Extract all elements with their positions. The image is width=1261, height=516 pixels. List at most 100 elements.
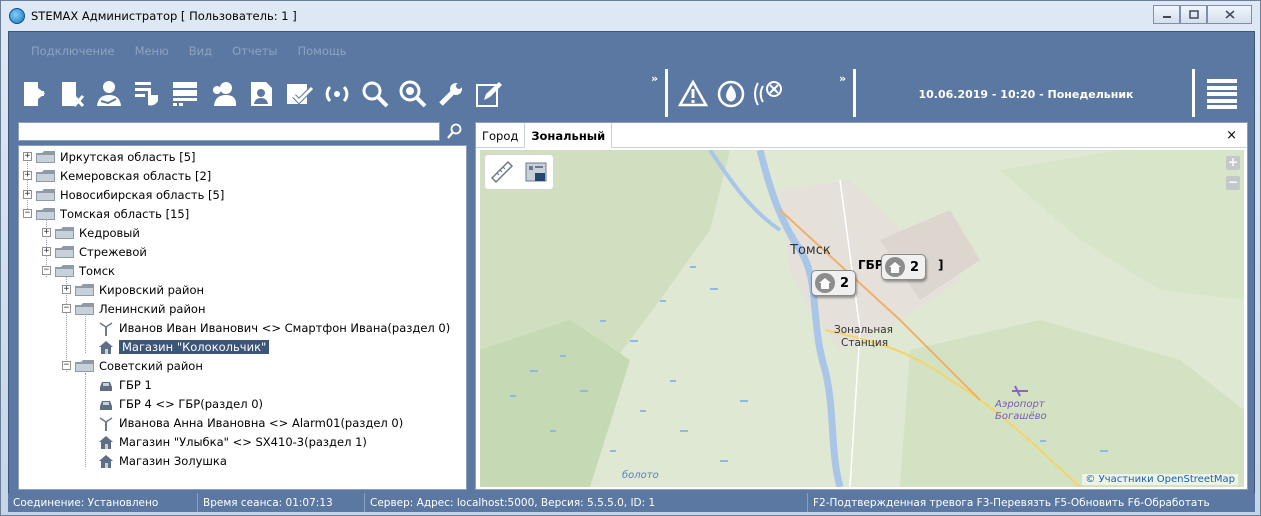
tree-collapse-toggle[interactable]: − — [42, 266, 51, 275]
fire-button[interactable] — [713, 76, 749, 112]
tree-node-strezhevoy[interactable]: + Стрежевой — [42, 242, 147, 261]
map-cluster-marker[interactable]: 2 — [811, 270, 857, 296]
tree-expand-toggle[interactable]: + — [23, 171, 32, 180]
toolbar-separator — [665, 69, 668, 117]
menu-menu[interactable]: Меню — [135, 44, 169, 58]
tree-node-gbr1[interactable]: ГБР 1 — [98, 375, 152, 394]
toolbar-overflow-button[interactable]: » — [651, 72, 658, 85]
window-controls — [1153, 5, 1252, 24]
tree-collapse-toggle[interactable]: − — [62, 361, 71, 370]
tree-expand-toggle[interactable]: + — [62, 285, 71, 294]
tree-node-leninsky[interactable]: − Ленинский район — [62, 299, 205, 318]
exit-door-icon — [24, 82, 45, 106]
menu-connection[interactable]: Подключение — [31, 44, 115, 58]
menu-reports[interactable]: Отчеты — [232, 44, 277, 58]
events-button[interactable] — [167, 76, 203, 112]
confirm-button[interactable] — [281, 76, 317, 112]
tree-node-tomsk-region[interactable]: − Томская область [15] — [23, 204, 189, 223]
alarm-overflow-button[interactable]: » — [839, 72, 846, 85]
disconnect-button[interactable] — [15, 76, 51, 112]
reconnect-button[interactable] — [319, 76, 355, 112]
tree-node-kolokolchik[interactable]: Магазин "Колокольчик" — [98, 337, 270, 356]
users-button[interactable] — [91, 76, 127, 112]
tree-connector — [85, 373, 86, 467]
folder-icon — [75, 359, 94, 372]
tree-node-kedrovy[interactable]: + Кедровый — [42, 223, 140, 242]
tree-node-ulybka[interactable]: Магазин "Улыбка" <> SX410-3(раздел 1) — [98, 432, 367, 451]
minimize-icon — [1162, 15, 1171, 18]
hamburger-icon[interactable] — [1203, 75, 1241, 113]
zoom-in-button[interactable]: + — [1226, 156, 1240, 170]
map-label-airport-1: Аэропорт — [995, 399, 1045, 410]
tree-node-gbr4[interactable]: ГБР 4 <> ГБР(раздел 0) — [98, 394, 263, 413]
house-icon — [885, 257, 905, 277]
edit-button[interactable] — [471, 76, 507, 112]
status-bar: Соединение: Установлено Время сеанса: 01… — [8, 493, 1255, 512]
tree-node-irkutsk[interactable]: + Иркутская область [5] — [23, 147, 196, 166]
report-button[interactable] — [243, 76, 279, 112]
map-background — [480, 150, 1244, 487]
locate-button[interactable] — [395, 76, 431, 112]
close-button[interactable] — [1207, 5, 1252, 24]
menu-view[interactable]: Вид — [189, 44, 212, 58]
maximize-button[interactable] — [1180, 5, 1207, 24]
house-icon — [99, 435, 113, 449]
map-cluster-marker[interactable]: 2 — [881, 254, 927, 280]
map-attribution-link[interactable]: © Участники OpenStreetMap — [1082, 474, 1238, 485]
search-icon — [362, 81, 389, 108]
refresh-icon — [325, 85, 349, 103]
search-input[interactable] — [18, 122, 440, 141]
objects-button[interactable] — [129, 76, 165, 112]
tree-node-label: Томская область [15] — [60, 206, 190, 221]
search-button[interactable] — [357, 76, 393, 112]
tree-node-kirovsky[interactable]: + Кировский район — [62, 280, 204, 299]
status-session-time: Время сеанса: 01:07:13 — [198, 493, 365, 512]
tree-expand-toggle[interactable]: + — [42, 228, 51, 237]
map-view[interactable]: + − Томск ГБР ] Зональная Станция Аэропо… — [480, 150, 1244, 487]
tree-node-ivanova[interactable]: Иванова Анна Ивановна <> Alarm01(раздел … — [98, 413, 403, 432]
tree-node-tomsk[interactable]: − Томск — [42, 261, 115, 280]
no-signal-icon — [754, 81, 782, 106]
folder-icon — [36, 169, 55, 182]
tree-node-kemerovo[interactable]: + Кемеровская область [2] — [23, 166, 211, 185]
tab-city[interactable]: Город — [476, 123, 526, 148]
tree-expand-toggle[interactable]: + — [23, 152, 32, 161]
tree-node-label: Новосибирская область [5] — [60, 187, 225, 202]
window-title: STEMAX Администратор [ Пользователь: 1 ] — [31, 9, 297, 23]
report-icon — [251, 82, 272, 106]
persons-button[interactable] — [205, 76, 241, 112]
tree-collapse-toggle[interactable]: − — [62, 304, 71, 313]
tree-node-ivanov[interactable]: Иванов Иван Иванович <> Смартфон Ивана(р… — [98, 318, 450, 337]
zoom-target-icon — [399, 80, 427, 108]
tab-zonal[interactable]: Зональный — [525, 123, 613, 148]
tree-expand-toggle[interactable]: + — [23, 190, 32, 199]
tree-node-novosibirsk[interactable]: + Новосибирская область [5] — [23, 185, 224, 204]
fire-drop-icon — [717, 80, 745, 108]
close-tab-button[interactable]: × — [1226, 128, 1237, 143]
alarms-button[interactable] — [675, 76, 711, 112]
minimize-button[interactable] — [1153, 5, 1180, 24]
app-logo-icon — [9, 8, 25, 24]
search-box — [18, 122, 467, 142]
search-icon[interactable] — [443, 122, 465, 141]
edit-icon — [476, 82, 502, 107]
tree-node-sovetsky[interactable]: − Советский район — [62, 356, 203, 375]
tree-node-label: Кемеровская область [2] — [60, 168, 212, 183]
ruler-icon[interactable] — [489, 159, 515, 185]
layers-icon[interactable] — [523, 159, 549, 185]
map-label-station-1: Зональная — [834, 324, 893, 336]
tree-collapse-toggle[interactable]: − — [23, 209, 32, 218]
connection-loss-button[interactable] — [751, 76, 787, 112]
tree-node-zolushka[interactable]: Магазин Золушка — [98, 451, 227, 470]
date-separator — [1192, 69, 1195, 117]
alarm-toolbar — [675, 68, 845, 120]
tree-node-label: Магазин Золушка — [119, 453, 227, 468]
settings-button[interactable] — [433, 76, 469, 112]
tree-expand-toggle[interactable]: + — [42, 247, 51, 256]
logout-button[interactable] — [53, 76, 89, 112]
menu-help[interactable]: Помощь — [298, 44, 347, 58]
folder-icon — [75, 302, 94, 315]
zoom-out-button[interactable]: − — [1226, 176, 1240, 190]
folder-icon — [55, 245, 74, 258]
folder-icon — [36, 188, 55, 201]
